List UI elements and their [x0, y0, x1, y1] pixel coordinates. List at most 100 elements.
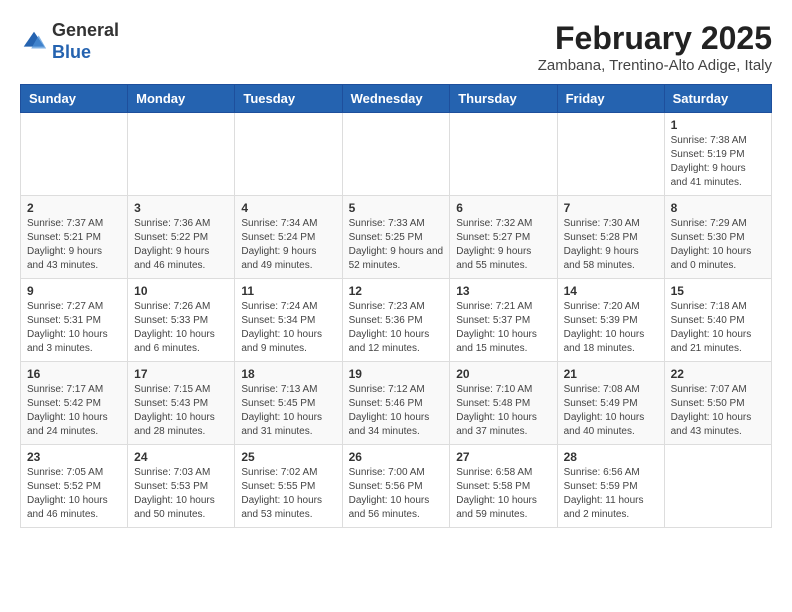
calendar-cell [664, 445, 771, 528]
day-info: Sunrise: 7:38 AMSunset: 5:19 PMDaylight:… [671, 134, 765, 190]
day-info: Sunrise: 7:23 AMSunset: 5:36 PMDaylight:… [349, 300, 444, 356]
day-info: Sunrise: 7:00 AMSunset: 5:56 PMDaylight:… [349, 466, 444, 522]
day-number: 22 [671, 367, 765, 381]
logo-general: General [52, 20, 119, 40]
day-info: Sunrise: 7:08 AMSunset: 5:49 PMDaylight:… [564, 383, 658, 439]
calendar-cell: 10 Sunrise: 7:26 AMSunset: 5:33 PMDayligh… [128, 279, 235, 362]
calendar-cell: 25 Sunrise: 7:02 AMSunset: 5:55 PMDayligh… [235, 445, 342, 528]
calendar-cell: 7 Sunrise: 7:30 AMSunset: 5:28 PMDaylight… [557, 196, 664, 279]
calendar-day-header: Monday [128, 85, 235, 113]
day-number: 15 [671, 284, 765, 298]
day-info: Sunrise: 7:33 AMSunset: 5:25 PMDaylight:… [349, 217, 444, 273]
location: Zambana, Trentino-Alto Adige, Italy [538, 57, 772, 74]
day-info: Sunrise: 7:07 AMSunset: 5:50 PMDaylight:… [671, 383, 765, 439]
calendar-week-row: 9 Sunrise: 7:27 AMSunset: 5:31 PMDaylight… [21, 279, 772, 362]
day-number: 9 [27, 284, 121, 298]
calendar-day-header: Sunday [21, 85, 128, 113]
calendar-header-row: SundayMondayTuesdayWednesdayThursdayFrid… [21, 85, 772, 113]
logo: General Blue [20, 20, 119, 63]
calendar-cell [235, 113, 342, 196]
calendar-cell [450, 113, 557, 196]
day-number: 3 [134, 201, 228, 215]
day-number: 18 [241, 367, 335, 381]
day-number: 17 [134, 367, 228, 381]
logo-icon [20, 28, 48, 56]
calendar-cell: 16 Sunrise: 7:17 AMSunset: 5:42 PMDayligh… [21, 362, 128, 445]
day-info: Sunrise: 6:56 AMSunset: 5:59 PMDaylight:… [564, 466, 658, 522]
calendar-cell: 18 Sunrise: 7:13 AMSunset: 5:45 PMDayligh… [235, 362, 342, 445]
logo-blue: Blue [52, 42, 91, 62]
calendar-cell: 5 Sunrise: 7:33 AMSunset: 5:25 PMDaylight… [342, 196, 450, 279]
calendar-cell [557, 113, 664, 196]
calendar-cell: 12 Sunrise: 7:23 AMSunset: 5:36 PMDayligh… [342, 279, 450, 362]
day-number: 20 [456, 367, 550, 381]
day-number: 19 [349, 367, 444, 381]
calendar-cell [21, 113, 128, 196]
day-info: Sunrise: 7:26 AMSunset: 5:33 PMDaylight:… [134, 300, 228, 356]
calendar-week-row: 16 Sunrise: 7:17 AMSunset: 5:42 PMDayligh… [21, 362, 772, 445]
day-number: 7 [564, 201, 658, 215]
logo-text: General Blue [52, 20, 119, 63]
day-number: 13 [456, 284, 550, 298]
day-number: 5 [349, 201, 444, 215]
calendar-cell: 26 Sunrise: 7:00 AMSunset: 5:56 PMDayligh… [342, 445, 450, 528]
month-title: February 2025 [538, 20, 772, 57]
day-number: 16 [27, 367, 121, 381]
calendar-cell: 11Sunrise: 7:24 AMSunset: 5:34 PMDayligh… [235, 279, 342, 362]
calendar-cell: 14Sunrise: 7:20 AMSunset: 5:39 PMDayligh… [557, 279, 664, 362]
calendar-cell: 22 Sunrise: 7:07 AMSunset: 5:50 PMDayligh… [664, 362, 771, 445]
day-info: Sunrise: 7:02 AMSunset: 5:55 PMDaylight:… [241, 466, 335, 522]
day-info: Sunrise: 7:29 AMSunset: 5:30 PMDaylight:… [671, 217, 765, 273]
title-block: February 2025 Zambana, Trentino-Alto Adi… [538, 20, 772, 74]
calendar-cell: 27 Sunrise: 6:58 AMSunset: 5:58 PMDayligh… [450, 445, 557, 528]
calendar-cell: 19 Sunrise: 7:12 AMSunset: 5:46 PMDayligh… [342, 362, 450, 445]
day-number: 4 [241, 201, 335, 215]
day-info: Sunrise: 7:18 AMSunset: 5:40 PMDaylight:… [671, 300, 765, 356]
day-number: 27 [456, 450, 550, 464]
day-info: Sunrise: 7:17 AMSunset: 5:42 PMDaylight:… [27, 383, 121, 439]
calendar-week-row: 23 Sunrise: 7:05 AMSunset: 5:52 PMDayligh… [21, 445, 772, 528]
day-info: Sunrise: 7:30 AMSunset: 5:28 PMDaylight:… [564, 217, 658, 273]
calendar-cell: 9 Sunrise: 7:27 AMSunset: 5:31 PMDaylight… [21, 279, 128, 362]
calendar-day-header: Thursday [450, 85, 557, 113]
calendar-cell: 17 Sunrise: 7:15 AMSunset: 5:43 PMDayligh… [128, 362, 235, 445]
day-info: Sunrise: 7:27 AMSunset: 5:31 PMDaylight:… [27, 300, 121, 356]
calendar-cell: 24Sunrise: 7:03 AMSunset: 5:53 PMDayligh… [128, 445, 235, 528]
day-number: 25 [241, 450, 335, 464]
day-number: 2 [27, 201, 121, 215]
day-info: Sunrise: 7:37 AMSunset: 5:21 PMDaylight:… [27, 217, 121, 273]
calendar-cell: 28Sunrise: 6:56 AMSunset: 5:59 PMDayligh… [557, 445, 664, 528]
day-number: 12 [349, 284, 444, 298]
day-number: 1 [671, 118, 765, 132]
day-number: 21 [564, 367, 658, 381]
calendar-cell [342, 113, 450, 196]
day-info: Sunrise: 7:10 AMSunset: 5:48 PMDaylight:… [456, 383, 550, 439]
day-info: Sunrise: 7:12 AMSunset: 5:46 PMDaylight:… [349, 383, 444, 439]
calendar-cell: 13 Sunrise: 7:21 AMSunset: 5:37 PMDayligh… [450, 279, 557, 362]
day-info: Sunrise: 7:20 AMSunset: 5:39 PMDaylight:… [564, 300, 658, 356]
calendar-day-header: Friday [557, 85, 664, 113]
calendar-cell: 8 Sunrise: 7:29 AMSunset: 5:30 PMDaylight… [664, 196, 771, 279]
calendar-day-header: Wednesday [342, 85, 450, 113]
calendar-cell: 23 Sunrise: 7:05 AMSunset: 5:52 PMDayligh… [21, 445, 128, 528]
calendar-cell: 6Sunrise: 7:32 AMSunset: 5:27 PMDaylight… [450, 196, 557, 279]
day-info: Sunrise: 7:05 AMSunset: 5:52 PMDaylight:… [27, 466, 121, 522]
calendar-cell [128, 113, 235, 196]
day-number: 6 [456, 201, 550, 215]
calendar-cell: 3Sunrise: 7:36 AMSunset: 5:22 PMDaylight… [128, 196, 235, 279]
day-info: Sunrise: 7:15 AMSunset: 5:43 PMDaylight:… [134, 383, 228, 439]
calendar-cell: 4Sunrise: 7:34 AMSunset: 5:24 PMDaylight… [235, 196, 342, 279]
day-info: Sunrise: 7:24 AMSunset: 5:34 PMDaylight:… [241, 300, 335, 356]
day-number: 8 [671, 201, 765, 215]
day-info: Sunrise: 7:21 AMSunset: 5:37 PMDaylight:… [456, 300, 550, 356]
day-number: 10 [134, 284, 228, 298]
calendar-cell: 2 Sunrise: 7:37 AMSunset: 5:21 PMDaylight… [21, 196, 128, 279]
day-info: Sunrise: 7:13 AMSunset: 5:45 PMDaylight:… [241, 383, 335, 439]
page-header: General Blue February 2025 Zambana, Tren… [20, 20, 772, 74]
calendar-cell: 21 Sunrise: 7:08 AMSunset: 5:49 PMDayligh… [557, 362, 664, 445]
day-number: 23 [27, 450, 121, 464]
day-number: 26 [349, 450, 444, 464]
calendar-week-row: 2 Sunrise: 7:37 AMSunset: 5:21 PMDaylight… [21, 196, 772, 279]
day-info: Sunrise: 6:58 AMSunset: 5:58 PMDaylight:… [456, 466, 550, 522]
calendar-cell: 15 Sunrise: 7:18 AMSunset: 5:40 PMDayligh… [664, 279, 771, 362]
